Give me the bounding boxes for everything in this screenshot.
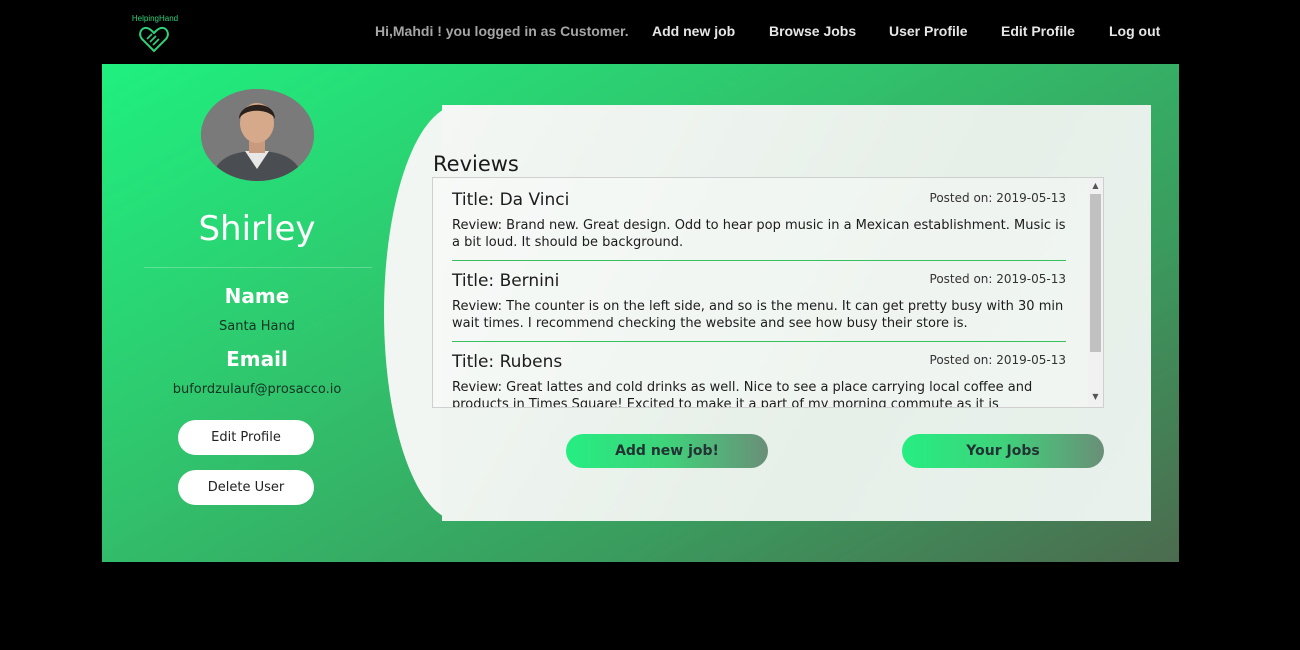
review-title: Title: Rubens <box>452 352 563 372</box>
review-separator <box>452 260 1066 261</box>
reviews-heading: Reviews <box>433 152 519 176</box>
nav-log-out[interactable]: Log out <box>1109 23 1160 41</box>
avatar <box>201 89 314 181</box>
review-text: Review: Great lattes and cold drinks as … <box>452 380 1033 408</box>
user-photo-icon <box>201 89 314 181</box>
reviews-list[interactable]: Title: Da Vinci Posted on: 2019-05-13 Re… <box>432 177 1104 408</box>
logo-text: HelpingHand <box>131 14 179 23</box>
handshake-heart-icon <box>139 26 169 53</box>
nav-add-new-job[interactable]: Add new job <box>652 23 735 41</box>
review-text: Review: Brand new. Great design. Odd to … <box>452 218 1066 250</box>
nav-greeting: Hi,Mahdi ! you logged in as Customer. <box>375 23 629 39</box>
top-navbar: HelpingHand Hi,Mahdi ! you logged in as … <box>0 0 1300 64</box>
review-date: Posted on: 2019-05-13 <box>929 191 1066 205</box>
review-text: Review: The counter is on the left side,… <box>452 299 1064 331</box>
reviews-scrollbar[interactable]: ▲ ▼ <box>1088 178 1103 407</box>
helping-hand-logo[interactable]: HelpingHand <box>127 14 183 54</box>
edit-profile-button[interactable]: Edit Profile <box>178 420 314 455</box>
review-date: Posted on: 2019-05-13 <box>929 272 1066 286</box>
profile-divider <box>144 267 372 268</box>
name-value: Santa Hand <box>219 319 295 334</box>
scroll-down-icon[interactable]: ▼ <box>1088 390 1103 404</box>
name-label: Name <box>224 284 290 308</box>
email-value: bufordzulauf@prosacco.io <box>172 382 342 397</box>
delete-user-button[interactable]: Delete User <box>178 470 314 505</box>
profile-display-name: Shirley <box>198 209 316 249</box>
review-title: Title: Bernini <box>452 271 560 291</box>
profile-panel: Shirley Name Santa Hand Email bufordzula… <box>102 64 1179 562</box>
review-title: Title: Da Vinci <box>452 190 570 210</box>
scroll-up-icon[interactable]: ▲ <box>1088 179 1103 193</box>
scroll-thumb[interactable] <box>1090 194 1101 352</box>
nav-browse-jobs[interactable]: Browse Jobs <box>769 23 856 41</box>
add-new-job-button[interactable]: Add new job! <box>566 434 768 468</box>
review-separator <box>452 341 1066 342</box>
your-jobs-button[interactable]: Your Jobs <box>902 434 1104 468</box>
email-label: Email <box>226 347 288 371</box>
nav-edit-profile[interactable]: Edit Profile <box>1001 23 1075 41</box>
nav-user-profile[interactable]: User Profile <box>889 23 968 41</box>
review-date: Posted on: 2019-05-13 <box>929 353 1066 367</box>
